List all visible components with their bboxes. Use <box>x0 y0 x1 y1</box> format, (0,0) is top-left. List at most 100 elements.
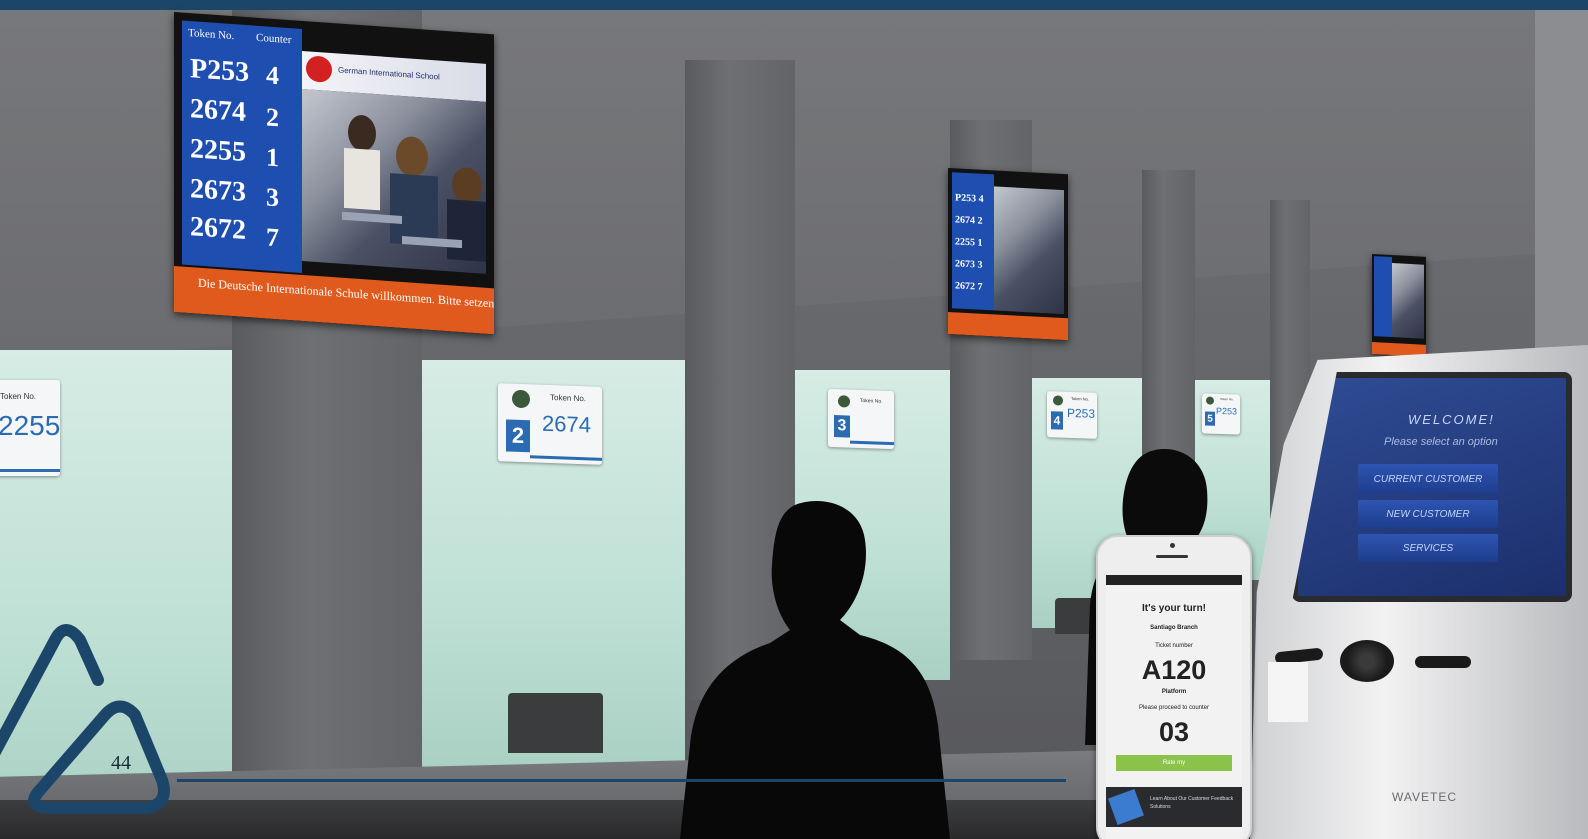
token-row-5: 2672 7 <box>182 211 302 259</box>
status-bar <box>1106 575 1242 585</box>
token-value: 2255 <box>0 410 60 441</box>
counter-number-box: 5 <box>1205 411 1215 426</box>
phone-screen: It's your turn! Santiago Branch Ticket n… <box>1106 575 1242 839</box>
crest-icon <box>1053 395 1063 406</box>
counter-number: 2 <box>266 102 279 133</box>
crest-icon <box>1206 396 1214 405</box>
token-number: P253 <box>190 53 250 89</box>
token-number: P253 <box>955 192 977 205</box>
ticker-text: Die Deutsche Internationale Schule willk… <box>198 275 494 312</box>
rate-button[interactable]: Rate my <box>1116 755 1232 771</box>
token-label: Token No. <box>0 392 37 401</box>
card-slot <box>1415 656 1471 668</box>
triangle-logo-icon <box>0 624 170 814</box>
sign-stripe <box>530 455 602 461</box>
current-customer-button[interactable]: CURRENT CUSTOMER <box>1358 464 1498 494</box>
token-number: 2255 <box>190 133 246 169</box>
students-illustration <box>342 115 486 262</box>
token-value: P253 <box>1067 405 1096 421</box>
counter-sign-2: Token No. 2 2674 <box>498 383 602 465</box>
turn-title: It's your turn! <box>1141 603 1207 614</box>
token-header: Token No. <box>188 26 235 43</box>
phone-camera-icon <box>1170 543 1175 548</box>
counter-number-box: 3 <box>834 415 850 438</box>
proceed-label: Please proceed to counter <box>1138 705 1210 711</box>
counter-slot-2 <box>508 693 603 753</box>
token-number: 2672 <box>190 211 246 247</box>
ticket-label: Ticket number <box>1155 643 1193 649</box>
counter-sign-5: Token No. 5 P253 <box>1202 393 1240 435</box>
token-number: 2674 <box>190 93 246 129</box>
token-label: Token No. <box>860 397 883 405</box>
counter-number-box: 4 <box>1051 411 1063 430</box>
counter-number: 03 <box>1158 717 1190 747</box>
counter-number: 7 <box>266 222 279 253</box>
token-number: 2673 <box>955 258 975 271</box>
crest-icon <box>512 389 530 409</box>
promo-text: Learn About Our Customer Feedback Soluti… <box>1150 796 1234 810</box>
token-number: 2674 <box>955 214 975 227</box>
token-label: Token No. <box>1071 395 1090 402</box>
token-value: 2674 <box>542 410 591 438</box>
counter-number: 4 <box>266 60 279 91</box>
page-number: 44 <box>111 752 131 774</box>
school-name: German International School <box>338 65 440 82</box>
page-rule <box>177 779 1066 782</box>
token-row-5: 2672 7 <box>952 280 994 293</box>
kiosk-brand: WAVETEC <box>1392 790 1458 804</box>
counter-sign-3: Token No. 3 <box>828 388 894 450</box>
token-label: Token No. <box>550 393 587 404</box>
phone-speaker <box>1156 555 1188 558</box>
promo-footer: Learn About Our Customer Feedback Soluti… <box>1106 787 1242 827</box>
counter-number: 3 <box>977 259 983 271</box>
branch-name: Santiago Branch <box>1150 625 1198 631</box>
school-logo-icon <box>306 55 332 84</box>
counter-number: 1 <box>266 142 279 173</box>
queue-display-mid: P253 4 2674 2 2255 1 2673 3 2672 7 <box>948 168 1068 341</box>
person-silhouette-front <box>680 501 950 839</box>
queue-display-far <box>1372 254 1426 357</box>
counter-header: Counter <box>256 31 292 47</box>
token-number: 2672 <box>955 280 975 293</box>
counter-number: 3 <box>266 182 279 213</box>
token-number: 2673 <box>190 173 246 209</box>
counter-number-box: 2 <box>506 419 530 453</box>
counter-sign-4: Token No. 4 P253 <box>1047 391 1097 439</box>
sign-stripe <box>0 469 60 472</box>
token-row-3: 2255 1 <box>952 236 994 249</box>
queue-display-main: Token No. Counter P253 4 2674 2 2255 1 2… <box>174 12 494 335</box>
platform-label: Platform <box>1161 689 1187 695</box>
kiosk-screen: WELCOME! Please select an option CURRENT… <box>1292 372 1572 602</box>
token-table-mid: P253 4 2674 2 2255 1 2673 3 2672 7 <box>952 172 994 311</box>
counter-sign-1: Token No. 2255 <box>0 380 60 476</box>
kiosk-welcome: WELCOME! <box>1408 412 1495 427</box>
services-button[interactable]: SERVICES <box>1358 534 1498 562</box>
students-photo-mid <box>994 186 1064 315</box>
counter-number: 7 <box>977 281 983 293</box>
token-value: P253 <box>1216 405 1238 417</box>
token-row-1: P253 4 <box>182 49 302 97</box>
token-row-4: 2673 3 <box>952 258 994 271</box>
token-row-2: 2674 2 <box>952 214 994 227</box>
token-number: 2255 <box>955 236 975 249</box>
students-photo-far <box>1392 263 1424 339</box>
card-reader-icon <box>1340 640 1394 682</box>
token-table: Token No. Counter P253 4 2674 2 2255 1 2… <box>182 20 302 273</box>
token-label: Token No. <box>1220 396 1234 402</box>
top-brand-bar <box>0 0 1588 10</box>
side-wall <box>1535 10 1588 370</box>
sign-stripe <box>850 440 894 446</box>
printed-ticket <box>1268 662 1308 722</box>
smartphone: It's your turn! Santiago Branch Ticket n… <box>1096 535 1252 839</box>
new-customer-button[interactable]: NEW CUSTOMER <box>1358 500 1498 528</box>
kiosk-prompt: Please select an option <box>1384 436 1498 448</box>
scene-photo: Token No. Counter P253 4 2674 2 2255 1 2… <box>0 0 1588 839</box>
counter-number: 2 <box>977 215 983 227</box>
token-row-1: P253 4 <box>952 192 994 205</box>
ticket-number: A120 <box>1141 655 1207 685</box>
token-table-far <box>1374 256 1392 338</box>
students-photo <box>302 88 486 274</box>
kiosk-thumbnail-icon <box>1108 789 1144 825</box>
counter-number: 4 <box>978 193 984 205</box>
crest-icon <box>838 395 850 408</box>
